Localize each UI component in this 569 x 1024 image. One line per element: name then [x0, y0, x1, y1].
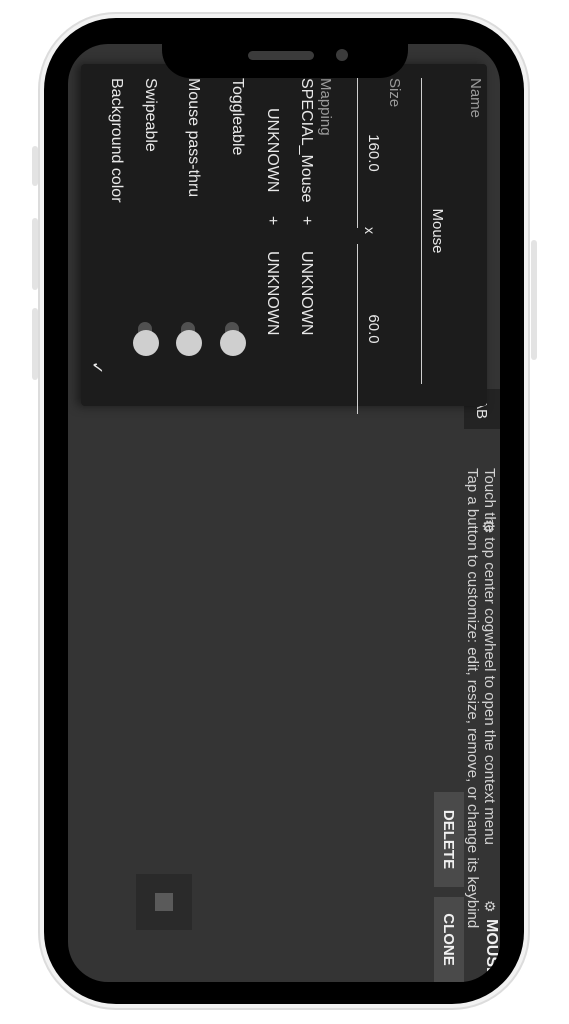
toggleable-label: Toggleable [229, 78, 246, 156]
passthru-knob [176, 330, 202, 356]
settings-panel: Name Mouse Size 160.0 x 60.0 Mapping SPE… [81, 64, 487, 414]
size-height-value: 60.0 [365, 314, 382, 344]
clone-label: CLONE [440, 913, 458, 966]
swipeable-knob [133, 330, 159, 356]
name-label: Name [467, 78, 484, 119]
name-value: Mouse [429, 208, 446, 254]
control-preview[interactable] [136, 874, 192, 930]
silent-switch [32, 146, 38, 186]
toggleable-knob [220, 330, 246, 356]
mapping-row2-key2[interactable]: UNKNOWN [263, 251, 281, 335]
mapping-row1-plus: + [298, 216, 315, 226]
background-color-label: Background color [108, 78, 125, 203]
speaker [248, 51, 314, 60]
passthru-label: Mouse pass-thru [185, 78, 202, 198]
size-width-field[interactable]: 160.0 [357, 78, 384, 228]
power-button [531, 240, 537, 360]
mapping-row2-key1[interactable]: UNKNOWN [263, 108, 281, 192]
toggleable-switch[interactable] [220, 322, 246, 356]
volume-down-button [32, 308, 38, 380]
swipeable-switch[interactable] [133, 322, 159, 356]
passthru-switch[interactable] [176, 322, 202, 356]
clone-button[interactable]: CLONE [434, 897, 464, 982]
gear-small-icon: ⚙ [482, 900, 498, 913]
front-camera [336, 49, 348, 61]
delete-label: DELETE [440, 809, 458, 870]
mapping-row1-key2[interactable]: UNKNOWN [297, 251, 315, 335]
mapping-label: Mapping [317, 78, 334, 136]
size-separator: x [362, 227, 378, 234]
rotated-layout: AB Touch the top center cogwheel to open… [68, 44, 500, 982]
help-line-2: Tap a button to customize: edit, resize,… [464, 468, 481, 929]
gear-icon[interactable]: ⚙ [478, 519, 498, 533]
screen: AB Touch the top center cogwheel to open… [68, 44, 500, 982]
confirm-check-icon[interactable]: ✓ [87, 361, 107, 374]
size-width-value: 160.0 [365, 134, 382, 172]
mapping-row2-plus: + [264, 216, 281, 226]
mouse-label: MOUSE [483, 919, 500, 978]
name-field[interactable]: Mouse [421, 78, 448, 384]
swipeable-label: Swipeable [142, 78, 159, 152]
control-preview-inner [155, 893, 173, 911]
size-label: Size [386, 78, 403, 108]
size-height-field[interactable]: 60.0 [357, 244, 384, 414]
volume-up-button [32, 218, 38, 290]
delete-button[interactable]: DELETE [434, 792, 464, 887]
mapping-row1-key1[interactable]: SPECIAL_Mouse [297, 78, 315, 203]
